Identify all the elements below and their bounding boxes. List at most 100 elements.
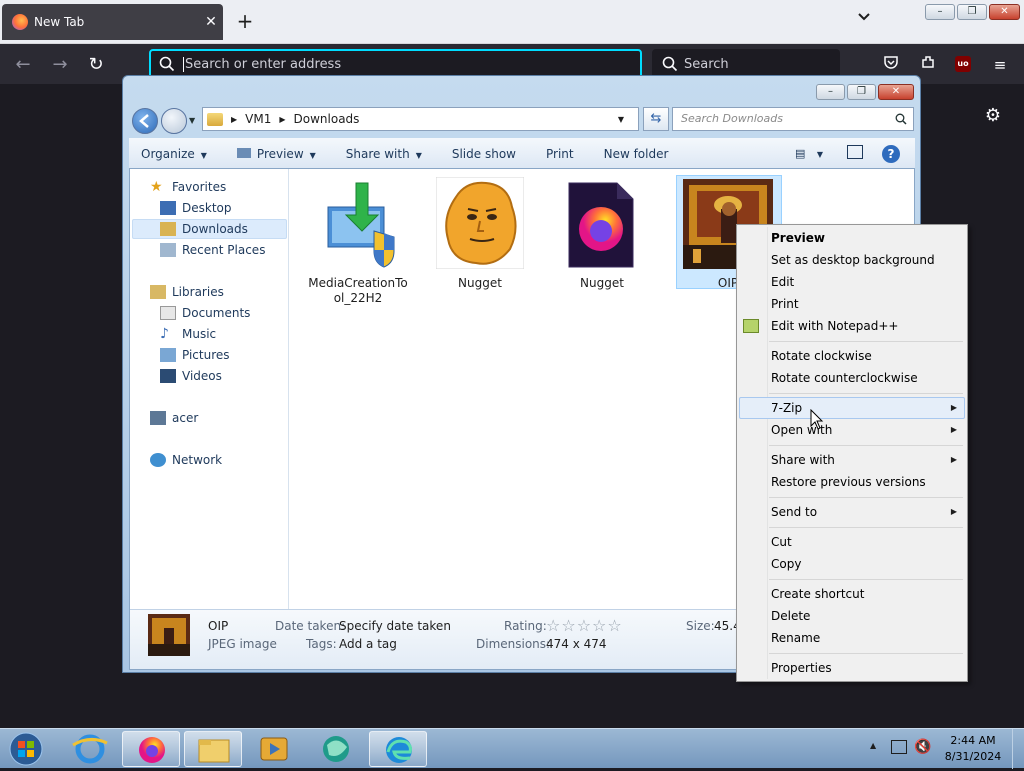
- explorer-address-bar[interactable]: ▶ VM1 ▶ Downloads ▼: [202, 107, 639, 131]
- menu-item-cut[interactable]: Cut: [771, 535, 792, 549]
- file-mediacreationtool[interactable]: MediaCreationTo ol_22H2: [306, 181, 410, 306]
- file-nugget-firefox-document[interactable]: Nugget: [550, 181, 654, 291]
- nav-recent-places[interactable]: Recent Places: [160, 240, 265, 260]
- edge-taskbar-icon[interactable]: [369, 731, 427, 767]
- forward-icon[interactable]: →: [47, 52, 73, 78]
- organize-button[interactable]: Organize ▼: [141, 147, 207, 161]
- back-icon[interactable]: ←: [10, 52, 36, 78]
- tab-new-tab[interactable]: New Tab ✕: [2, 4, 223, 40]
- menu-item-properties[interactable]: Properties: [771, 661, 832, 675]
- back-icon[interactable]: [132, 108, 158, 134]
- music-icon: ♪: [160, 326, 169, 342]
- address-dropdown-icon[interactable]: ▼: [618, 115, 624, 124]
- explorer-search-placeholder: Search Downloads: [681, 112, 783, 125]
- menu-item-edit[interactable]: Edit: [771, 275, 794, 289]
- network-tray-icon[interactable]: [891, 740, 907, 754]
- menu-item-preview[interactable]: Preview: [771, 231, 825, 245]
- date-taken-value[interactable]: Specify date taken: [339, 619, 451, 633]
- menu-item-restore-previous-versions[interactable]: Restore previous versions: [771, 475, 926, 489]
- menu-item-7zip[interactable]: 7-Zip: [771, 401, 802, 415]
- system-clock[interactable]: 2:44 AM 8/31/2024: [942, 733, 1004, 765]
- windows-setup-icon: [327, 182, 395, 268]
- tags-value[interactable]: Add a tag: [339, 637, 397, 651]
- menu-item-rotate-counterclockwise[interactable]: Rotate counterclockwise: [771, 371, 918, 385]
- share-with-button[interactable]: Share with ▼: [346, 147, 422, 161]
- rating-stars[interactable]: ☆☆☆☆☆: [546, 616, 623, 635]
- details-file-name: OIP: [208, 619, 229, 633]
- restore-button[interactable]: ❐: [957, 4, 987, 20]
- nav-desktop[interactable]: Desktop: [160, 198, 232, 218]
- help-icon[interactable]: ?: [882, 145, 900, 163]
- chevron-down-icon[interactable]: [852, 10, 876, 34]
- explorer-search-input[interactable]: Search Downloads: [672, 107, 914, 131]
- menu-item-delete[interactable]: Delete: [771, 609, 810, 623]
- menu-item-copy[interactable]: Copy: [771, 557, 801, 571]
- menu-item-print[interactable]: Print: [771, 297, 799, 311]
- explorer-minimize-button[interactable]: –: [816, 84, 845, 100]
- change-view-icon[interactable]: ▤ ▼: [795, 147, 823, 160]
- nav-network[interactable]: Network: [150, 450, 222, 470]
- menu-item-rename[interactable]: Rename: [771, 631, 820, 645]
- preview-pane-icon[interactable]: [847, 145, 863, 159]
- menu-item-edit-with-notepad[interactable]: Edit with Notepad++: [771, 319, 898, 333]
- slide-show-button[interactable]: Slide show: [452, 147, 516, 161]
- documents-icon: [160, 306, 176, 320]
- context-menu: Preview Set as desktop background Edit P…: [736, 224, 968, 682]
- explorer-restore-button[interactable]: ❐: [847, 84, 876, 100]
- file-nugget-image[interactable]: Nugget: [428, 176, 532, 291]
- close-tab-icon[interactable]: ✕: [199, 14, 223, 30]
- new-folder-button[interactable]: New folder: [604, 147, 669, 161]
- breadcrumb-arrow-icon: ▶: [231, 114, 238, 124]
- close-window-button[interactable]: ✕: [989, 4, 1020, 20]
- hamburger-menu-icon[interactable]: ≡: [989, 54, 1011, 76]
- firefox-icon: [12, 14, 28, 30]
- nav-music[interactable]: ♪ Music: [160, 324, 216, 344]
- extensions-icon[interactable]: [917, 54, 939, 76]
- internet-explorer-taskbar-icon[interactable]: [61, 731, 119, 767]
- nav-computer-acer[interactable]: acer: [150, 408, 198, 428]
- downloads-folder-icon: [160, 222, 176, 236]
- nav-libraries[interactable]: Libraries: [150, 282, 224, 302]
- nav-videos[interactable]: Videos: [160, 366, 222, 386]
- show-hidden-icons-arrow[interactable]: ▲: [870, 741, 876, 750]
- file-label: Nugget: [458, 276, 502, 290]
- pocket-icon[interactable]: [880, 54, 902, 76]
- menu-item-send-to[interactable]: Send to: [771, 505, 817, 519]
- file-explorer-taskbar-icon[interactable]: [184, 731, 242, 767]
- print-button[interactable]: Print: [546, 147, 574, 161]
- menu-item-rotate-clockwise[interactable]: Rotate clockwise: [771, 349, 872, 363]
- ublock-origin-icon[interactable]: uo: [955, 56, 971, 72]
- nav-pictures[interactable]: Pictures: [160, 345, 230, 365]
- menu-item-set-desktop-background[interactable]: Set as desktop background: [771, 253, 935, 267]
- breadcrumb-vm1[interactable]: VM1: [245, 112, 271, 126]
- media-player-taskbar-icon[interactable]: [245, 731, 303, 767]
- show-desktop-button[interactable]: [1012, 729, 1024, 769]
- explorer-close-button[interactable]: ✕: [878, 84, 914, 100]
- notepad-plus-plus-icon: [743, 319, 759, 333]
- nav-documents[interactable]: Documents: [160, 303, 250, 323]
- nav-favorites[interactable]: ★ Favorites: [150, 177, 226, 197]
- firefox-taskbar-icon[interactable]: [122, 731, 180, 767]
- menu-gutter: [767, 227, 768, 679]
- command-bar: Organize ▼ Preview ▼ Share with ▼ Slide sho…: [129, 138, 915, 170]
- start-button[interactable]: [6, 731, 46, 767]
- address-placeholder: Search or enter address: [183, 56, 342, 72]
- tags-label: Tags:: [306, 637, 337, 651]
- volume-muted-icon[interactable]: 🔇: [914, 739, 931, 755]
- forward-icon[interactable]: [161, 108, 187, 134]
- menu-item-create-shortcut[interactable]: Create shortcut: [771, 587, 864, 601]
- teal-app-taskbar-icon[interactable]: [307, 731, 365, 767]
- breadcrumb-downloads[interactable]: Downloads: [294, 112, 360, 126]
- details-file-type: JPEG image: [208, 637, 277, 651]
- preview-button[interactable]: Preview ▼: [236, 147, 316, 161]
- menu-item-share-with[interactable]: Share with: [771, 453, 835, 467]
- reload-icon[interactable]: ↻: [83, 52, 109, 78]
- gear-icon[interactable]: ⚙: [982, 105, 1004, 127]
- recent-pages-dropdown[interactable]: ▼: [189, 116, 195, 125]
- refresh-icon[interactable]: ⇆: [643, 107, 669, 131]
- menu-separator: [769, 445, 963, 446]
- new-tab-button[interactable]: +: [232, 8, 258, 34]
- minimize-button[interactable]: –: [925, 4, 955, 20]
- nav-downloads[interactable]: Downloads: [160, 219, 248, 239]
- search-icon: [895, 113, 907, 125]
